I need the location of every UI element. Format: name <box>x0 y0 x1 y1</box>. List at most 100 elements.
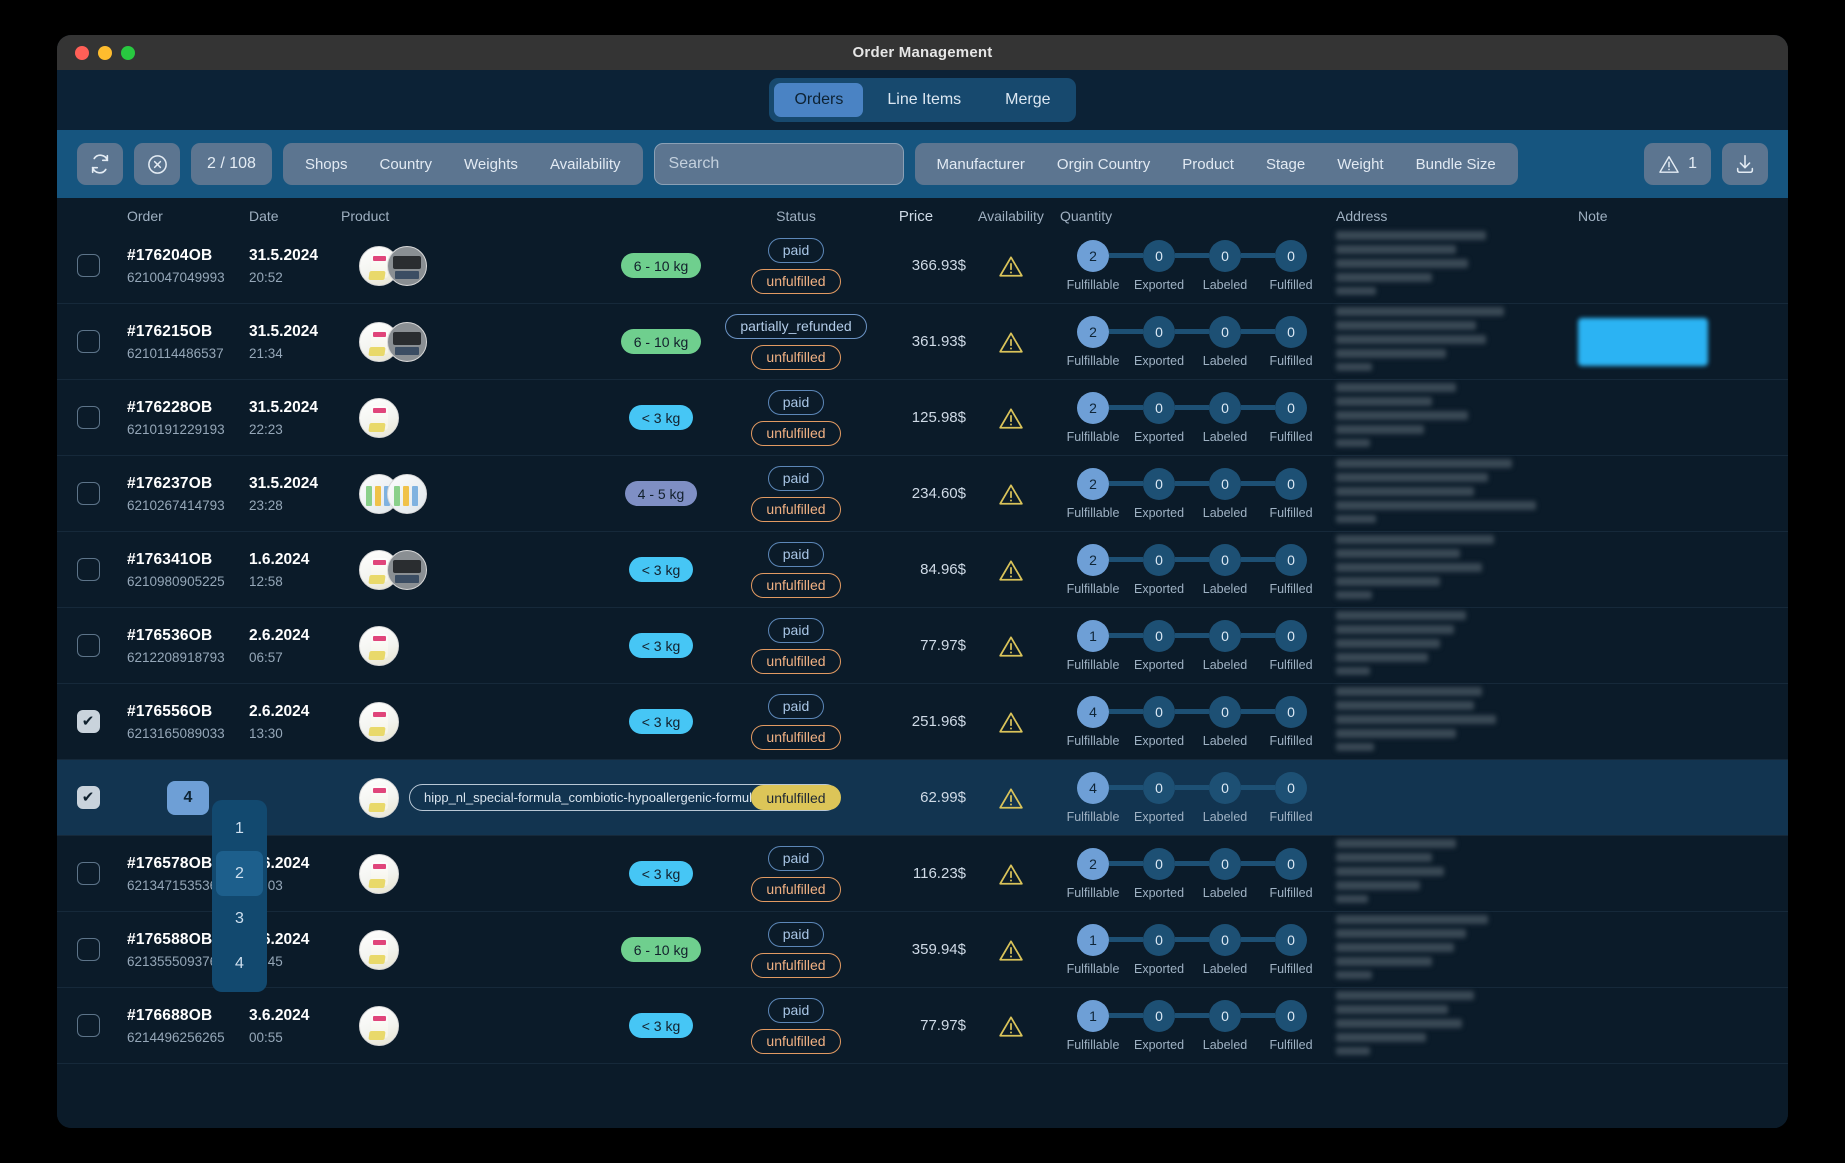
availability-cell[interactable] <box>966 254 1056 278</box>
close-icon[interactable] <box>75 45 89 60</box>
availability-cell[interactable] <box>966 406 1056 430</box>
tab-line-items[interactable]: Line Items <box>867 83 981 117</box>
warnings-button[interactable]: 1 <box>1644 143 1711 185</box>
selection-count-badge[interactable]: 2 / 108 <box>191 143 272 185</box>
tab-orders[interactable]: Orders <box>774 83 864 117</box>
product-thumbnail[interactable] <box>387 245 427 286</box>
minimize-icon[interactable] <box>98 45 112 60</box>
header-quantity[interactable]: Quantity <box>1056 208 1328 224</box>
quantity-node[interactable]: 2 <box>1077 315 1109 348</box>
quantity-stepper[interactable]: 2 0 0 0 Fulfillable Exported Labeled Fulfilled <box>1056 467 1328 520</box>
quantity-node[interactable]: 0 <box>1143 999 1175 1032</box>
filter-weight[interactable]: Weight <box>1323 149 1397 180</box>
product-thumbnail[interactable] <box>359 701 399 742</box>
quantity-node[interactable]: 0 <box>1209 239 1241 272</box>
dropdown-option[interactable]: 1 <box>216 806 263 851</box>
row-checkbox[interactable] <box>76 710 100 733</box>
filter-shops[interactable]: Shops <box>291 149 362 180</box>
filter-country[interactable]: Country <box>365 149 446 180</box>
quantity-stepper[interactable]: 2 0 0 0 Fulfillable Exported Labeled Fulfilled <box>1056 315 1328 368</box>
quantity-stepper[interactable]: 2 0 0 0 Fulfillable Exported Labeled Fulfilled <box>1056 543 1328 596</box>
availability-cell[interactable] <box>966 862 1056 886</box>
table-row[interactable]: #176536OB 6212208918793 2.6.2024 06:57 < 3 k… <box>57 608 1788 684</box>
quantity-node[interactable]: 1 <box>1077 923 1109 956</box>
header-date[interactable]: Date <box>249 208 341 224</box>
quantity-node[interactable]: 0 <box>1143 543 1175 576</box>
quantity-node[interactable]: 0 <box>1209 391 1241 424</box>
download-button[interactable] <box>1722 143 1768 185</box>
product-thumbnail[interactable] <box>359 625 399 666</box>
quantity-node[interactable]: 0 <box>1275 239 1307 272</box>
availability-cell[interactable] <box>966 938 1056 962</box>
quantity-node[interactable]: 0 <box>1275 619 1307 652</box>
row-checkbox[interactable] <box>76 406 100 429</box>
search-input[interactable] <box>668 155 889 173</box>
availability-cell[interactable] <box>966 558 1056 582</box>
product-thumbnail[interactable] <box>359 397 399 438</box>
quantity-stepper[interactable]: 4 0 0 0 Fulfillable Exported Labeled Fulfilled <box>1056 771 1328 824</box>
quantity-node[interactable]: 0 <box>1209 619 1241 652</box>
quantity-stepper[interactable]: 4 0 0 0 Fulfillable Exported Labeled Fulfilled <box>1056 695 1328 748</box>
table-row[interactable]: #176204OB 6210047049993 31.5.2024 20:52 6 - … <box>57 228 1788 304</box>
filter-availability[interactable]: Availability <box>536 149 635 180</box>
row-checkbox[interactable] <box>76 558 100 581</box>
filter-stage[interactable]: Stage <box>1252 149 1319 180</box>
filter-orgin-country[interactable]: Orgin Country <box>1043 149 1164 180</box>
note-cell[interactable] <box>1568 317 1788 366</box>
availability-cell[interactable] <box>966 482 1056 506</box>
quantity-node[interactable]: 0 <box>1143 695 1175 728</box>
product-thumbnail[interactable] <box>359 1005 399 1046</box>
quantity-dropdown[interactable]: 1234 <box>212 800 267 992</box>
quantity-node[interactable]: 0 <box>1275 543 1307 576</box>
filter-weights[interactable]: Weights <box>450 149 532 180</box>
quantity-node[interactable]: 4 <box>1077 771 1109 804</box>
quantity-node[interactable]: 2 <box>1077 847 1109 880</box>
header-product[interactable]: Product <box>341 208 726 224</box>
quantity-node[interactable]: 0 <box>1275 771 1307 804</box>
quantity-node[interactable]: 0 <box>1209 847 1241 880</box>
quantity-stepper[interactable]: 1 0 0 0 Fulfillable Exported Labeled Fulfilled <box>1056 999 1328 1052</box>
header-status[interactable]: Status <box>726 208 866 224</box>
quantity-node[interactable]: 0 <box>1275 467 1307 500</box>
availability-cell[interactable] <box>966 786 1056 810</box>
header-order[interactable]: Order <box>119 208 249 224</box>
quantity-node[interactable]: 0 <box>1209 543 1241 576</box>
table-row[interactable]: #176341OB 6210980905225 1.6.2024 12:58 < 3 k… <box>57 532 1788 608</box>
product-thumbnail[interactable] <box>359 929 399 970</box>
availability-cell[interactable] <box>966 1014 1056 1038</box>
quantity-node[interactable]: 0 <box>1143 619 1175 652</box>
tab-merge[interactable]: Merge <box>985 83 1070 117</box>
table-row[interactable]: #176578OB62134715353662.6.202416:03< 3 k… <box>57 836 1788 912</box>
row-checkbox[interactable] <box>76 482 100 505</box>
row-checkbox[interactable] <box>76 330 100 353</box>
header-price[interactable]: Price <box>866 208 966 225</box>
quantity-node[interactable]: 0 <box>1275 391 1307 424</box>
row-checkbox[interactable] <box>76 254 100 277</box>
table-row[interactable]: 4 hipp_nl_special-formula_combiotic-hypoa… <box>57 760 1788 836</box>
availability-cell[interactable] <box>966 634 1056 658</box>
quantity-node[interactable]: 0 <box>1143 391 1175 424</box>
dropdown-option[interactable]: 4 <box>216 941 263 986</box>
quantity-node[interactable]: 0 <box>1275 999 1307 1032</box>
line-item-quantity-badge[interactable]: 4 <box>167 780 209 815</box>
maximize-icon[interactable] <box>121 45 135 60</box>
row-checkbox[interactable] <box>76 862 100 885</box>
quantity-node[interactable]: 0 <box>1143 923 1175 956</box>
row-checkbox[interactable] <box>76 634 100 657</box>
quantity-node[interactable]: 0 <box>1209 771 1241 804</box>
quantity-node[interactable]: 0 <box>1143 847 1175 880</box>
dropdown-option[interactable]: 3 <box>216 896 263 941</box>
quantity-node[interactable]: 0 <box>1209 923 1241 956</box>
quantity-node[interactable]: 2 <box>1077 239 1109 272</box>
product-thumbnail[interactable] <box>387 549 427 590</box>
quantity-node[interactable]: 0 <box>1209 695 1241 728</box>
product-thumbnail[interactable] <box>359 853 399 894</box>
quantity-node[interactable]: 0 <box>1143 239 1175 272</box>
quantity-node[interactable]: 0 <box>1275 847 1307 880</box>
filter-bundle-size[interactable]: Bundle Size <box>1402 149 1510 180</box>
quantity-node[interactable]: 2 <box>1077 543 1109 576</box>
header-address[interactable]: Address <box>1328 208 1568 224</box>
quantity-node[interactable]: 4 <box>1077 695 1109 728</box>
availability-cell[interactable] <box>966 330 1056 354</box>
quantity-node[interactable]: 0 <box>1209 467 1241 500</box>
